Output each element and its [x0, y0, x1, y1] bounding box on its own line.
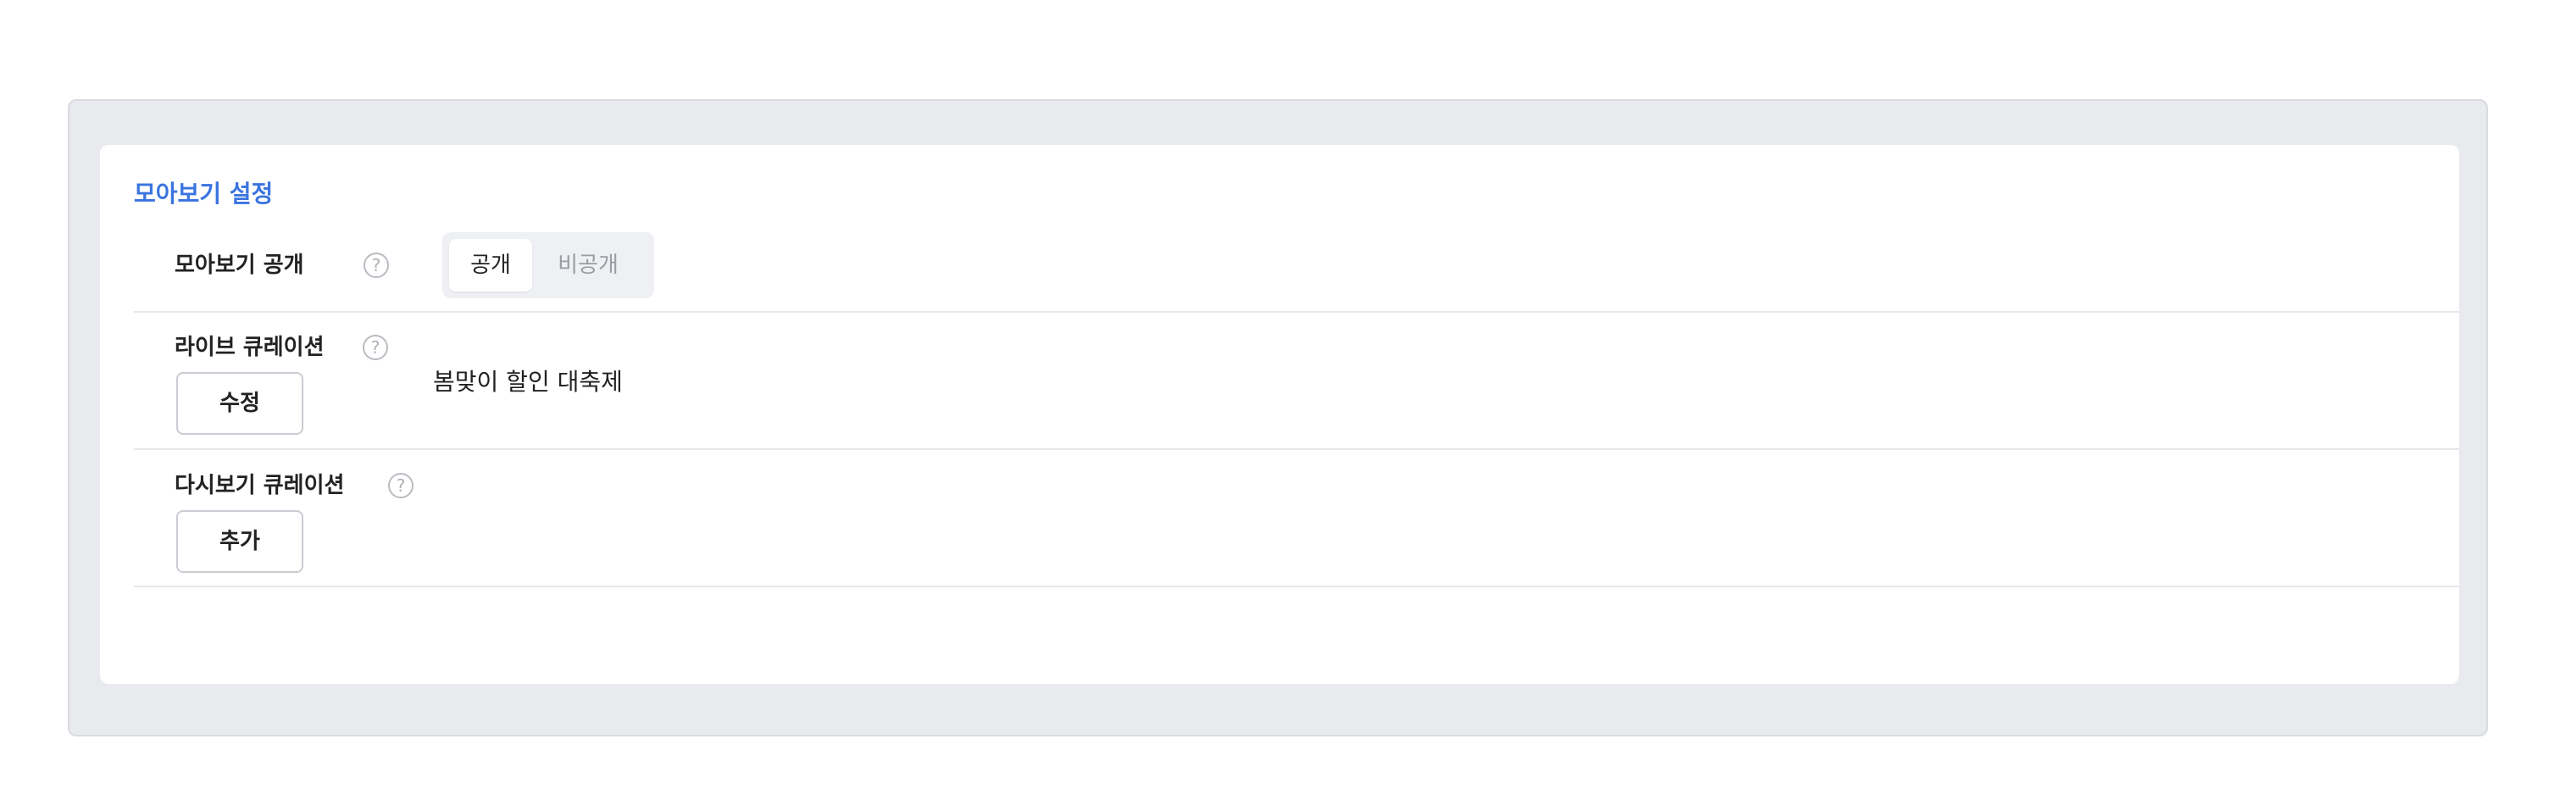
visibility-option-private[interactable]: 비공개 [536, 239, 641, 292]
live-curation-label: 라이브 큐레이션 [175, 335, 325, 360]
settings-card: 모아보기 설정 모아보기 공개 ? 공개 비공개 라이브 큐레이션 ? 수정 봄… [100, 145, 2459, 684]
section-title: 모아보기 설정 [134, 180, 274, 208]
replay-curation-label: 다시보기 큐레이션 [175, 473, 345, 498]
live-curation-value: 봄맞이 할인 대축제 [433, 368, 623, 396]
row-divider [134, 311, 2459, 313]
question-circle-icon[interactable]: ? [364, 253, 389, 278]
question-circle-icon[interactable]: ? [388, 473, 414, 498]
visibility-option-public[interactable]: 공개 [449, 239, 532, 292]
visibility-toggle: 공개 비공개 [442, 232, 654, 298]
question-circle-icon[interactable]: ? [363, 335, 388, 360]
row-divider [134, 586, 2459, 587]
visibility-label: 모아보기 공개 [175, 253, 304, 278]
row-divider [134, 448, 2459, 450]
settings-panel-outer: 모아보기 설정 모아보기 공개 ? 공개 비공개 라이브 큐레이션 ? 수정 봄… [68, 99, 2488, 736]
add-replay-curation-button[interactable]: 추가 [176, 510, 303, 573]
edit-live-curation-button[interactable]: 수정 [176, 372, 303, 435]
